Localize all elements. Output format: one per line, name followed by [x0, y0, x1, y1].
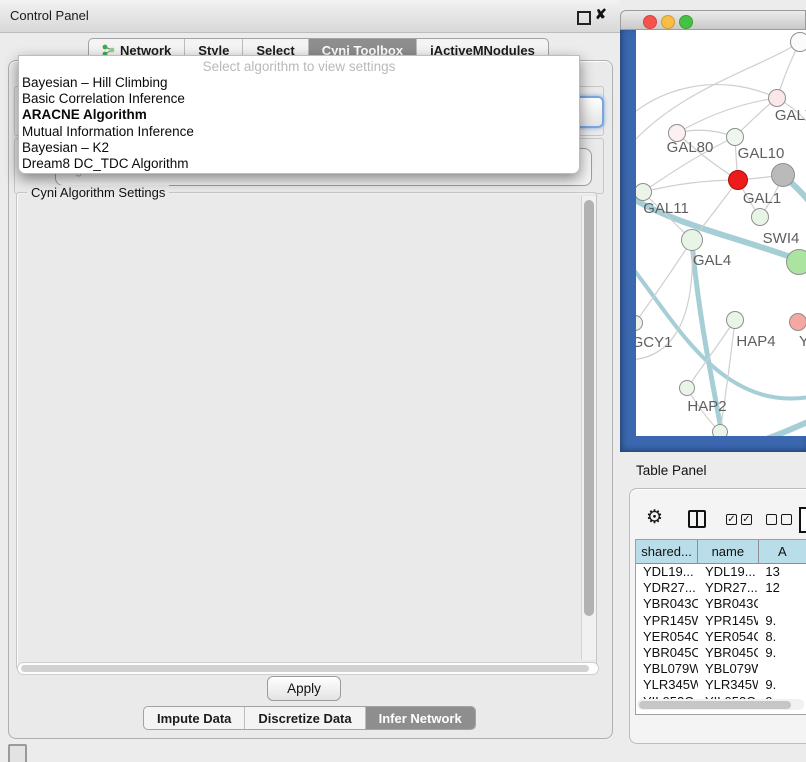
node-label-gal80: GAL80: [667, 139, 714, 156]
network-window-titlebar[interactable]: [620, 10, 806, 30]
gear-icon[interactable]: ⚙: [646, 506, 663, 529]
deselect-all-columns-icon[interactable]: [766, 514, 792, 525]
control-panel-titlebar: [0, 0, 620, 33]
node-label-hap2: HAP2: [687, 398, 726, 415]
table-cell: YBL079W: [698, 661, 758, 677]
algorithm-option-dream8-dc-tdc-algorithm[interactable]: Dream8 DC_TDC Algorithm: [19, 156, 579, 172]
tab-impute-data[interactable]: Impute Data: [144, 707, 244, 729]
table-cell: YDR27...: [636, 580, 698, 596]
table-row[interactable]: YLR345WYLR345W9.: [636, 677, 806, 693]
zoom-traffic-light[interactable]: [679, 15, 693, 29]
table-cell: YBL079W: [636, 661, 698, 677]
table-row[interactable]: YBR045CYBR045C9.: [636, 645, 806, 661]
settings-vertical-scrollbar-thumb[interactable]: [584, 200, 594, 616]
node-label-swi4: SWI4: [763, 230, 800, 247]
network-canvas[interactable]: GAL7 GAL80 GAL10 GAL1 GAL11 SWI4 GAL4 GCY1 HAP4 Y…: [636, 30, 806, 436]
settings-vertical-scrollbar[interactable]: [581, 196, 596, 660]
table-row[interactable]: YPR145WYPR145W9.: [636, 613, 806, 629]
algorithm-option-aracne-algorithm[interactable]: ARACNE Algorithm: [19, 107, 579, 123]
minimized-panel-icon[interactable]: [8, 744, 27, 762]
cyni-bottom-tabs: Impute DataDiscretize DataInfer Network: [143, 706, 476, 730]
node-gray-node[interactable]: [771, 163, 795, 187]
tab-discretize-data[interactable]: Discretize Data: [244, 707, 364, 729]
table-cell: 12: [758, 580, 806, 596]
algorithm-option-basic-correlation-inference[interactable]: Basic Correlation Inference: [19, 91, 579, 107]
close-icon[interactable]: ✘: [595, 6, 607, 23]
table-cell: YDL19...: [698, 564, 758, 580]
algorithm-popup-placeholder: Select algorithm to view settings: [19, 56, 579, 75]
table-cell: YER054C: [698, 629, 758, 645]
float-window-icon[interactable]: [577, 11, 591, 25]
algorithm-dropdown-popup: Select algorithm to view settings Bayesi…: [18, 55, 580, 174]
node-salmon-node[interactable]: [789, 313, 806, 331]
table-cell: YER054C: [636, 629, 698, 645]
column-header-a[interactable]: A: [759, 540, 806, 563]
node-table[interactable]: shared...nameA YDL19...YDL19...13YDR27..…: [635, 539, 806, 715]
algorithm-option-bayesian-k2[interactable]: Bayesian – K2: [19, 140, 579, 156]
algorithm-popup-items: Bayesian – Hill ClimbingBasic Correlatio…: [19, 75, 579, 172]
table-header-row: shared...nameA: [636, 540, 806, 564]
close-traffic-light[interactable]: [643, 15, 657, 29]
table-row[interactable]: YDL19...YDL19...13: [636, 564, 806, 580]
node-hap4[interactable]: [726, 311, 744, 329]
column-header-name[interactable]: name: [698, 540, 758, 563]
node-hap2[interactable]: [679, 380, 695, 396]
table-row[interactable]: YDR27...YDR27...12: [636, 580, 806, 596]
node-gal1-red[interactable]: [728, 170, 748, 190]
table-cell: YDR27...: [698, 580, 758, 596]
screenshot-root: Control Panel ✘ gal-filtered sif default…: [0, 0, 806, 762]
minimize-traffic-light[interactable]: [661, 15, 675, 29]
table-cell: YBR043C: [698, 596, 758, 612]
control-panel-title: Control Panel: [10, 8, 89, 23]
table-row[interactable]: YBR043CYBR043C: [636, 596, 806, 612]
node-top-right[interactable]: [790, 32, 806, 52]
node-label-gal11: GAL11: [643, 200, 689, 217]
node-label-hap4: HAP4: [736, 333, 775, 350]
node-label-gal7: GAL7: [775, 107, 806, 124]
node-gal7[interactable]: [768, 89, 786, 107]
column-header-shared[interactable]: shared...: [636, 540, 698, 563]
settings-horizontal-scrollbar-thumb[interactable]: [21, 665, 589, 672]
columns-icon[interactable]: [688, 510, 706, 528]
table-row[interactable]: YBL079WYBL079W: [636, 661, 806, 677]
table-horizontal-scrollbar-thumb[interactable]: [639, 701, 791, 709]
settings-horizontal-scrollbar[interactable]: [17, 662, 599, 675]
node-label-gal4: GAL4: [693, 252, 731, 269]
node-bottom-node[interactable]: [712, 424, 728, 436]
table-cell: YPR145W: [698, 613, 758, 629]
table-cell: 9.: [758, 645, 806, 661]
cyni-settings-group: Cyni Algorithm Settings: [16, 192, 597, 670]
node-label-y: Y: [799, 333, 806, 350]
table-cell: YPR145W: [636, 613, 698, 629]
table-cell: YBR043C: [636, 596, 698, 612]
table-cell: 13: [758, 564, 806, 580]
table-cell: YBR045C: [636, 645, 698, 661]
algorithm-option-bayesian-hill-climbing[interactable]: Bayesian – Hill Climbing: [19, 75, 579, 91]
table-cell: YLR345W: [698, 677, 758, 693]
apply-button[interactable]: Apply: [267, 676, 341, 701]
table-cell: [758, 596, 806, 612]
table-cell: 8.: [758, 629, 806, 645]
table-cell: YLR345W: [636, 677, 698, 693]
node-label-gal10: GAL10: [738, 145, 785, 162]
node-swi4-node[interactable]: [751, 208, 769, 226]
table-cell: [758, 661, 806, 677]
export-table-icon[interactable]: [799, 507, 806, 533]
table-row[interactable]: YER054CYER054C8.: [636, 629, 806, 645]
node-label-gal1: GAL1: [743, 190, 781, 207]
select-all-columns-icon[interactable]: ✓✓: [726, 514, 752, 525]
node-label-gcy1: GCY1: [636, 334, 672, 351]
table-cell: YDL19...: [636, 564, 698, 580]
node-gal10[interactable]: [726, 128, 744, 146]
table-cell: 9.: [758, 613, 806, 629]
table-cell: 9.: [758, 677, 806, 693]
table-cell: YBR045C: [698, 645, 758, 661]
node-big-green[interactable]: [786, 249, 806, 275]
node-gal4[interactable]: [681, 229, 703, 251]
algorithm-option-mutual-information-inference[interactable]: Mutual Information Inference: [19, 124, 579, 140]
table-panel-title: Table Panel: [636, 463, 707, 478]
cyni-settings-title: Cyni Algorithm Settings: [27, 185, 169, 200]
tab-infer-network[interactable]: Infer Network: [365, 707, 475, 729]
table-horizontal-scrollbar[interactable]: [637, 699, 804, 710]
